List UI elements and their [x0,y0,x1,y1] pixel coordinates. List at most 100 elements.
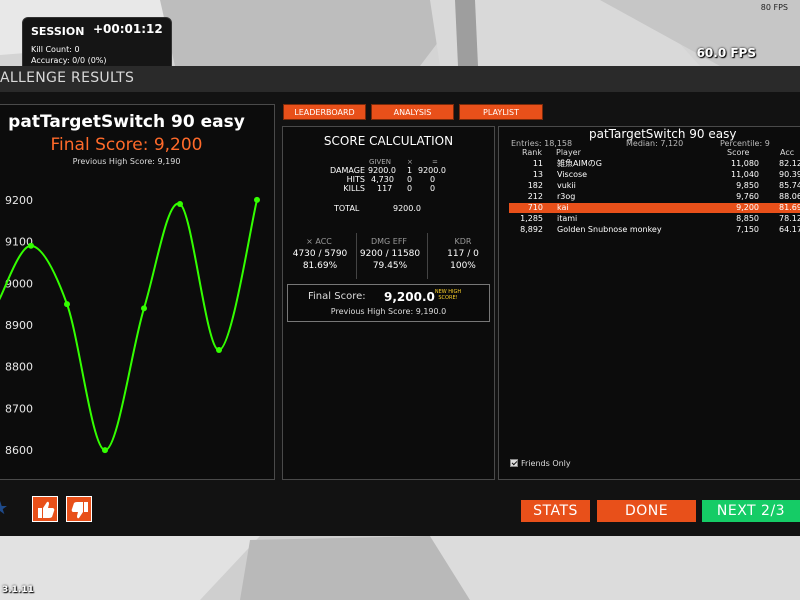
kills-label: KILLS [343,184,365,193]
row-score: 11,080 [731,159,759,168]
new-high-score-badge: NEW HIGH SCORE! [434,289,462,301]
calc-title: SCORE CALCULATION [323,134,454,148]
y-tick-label: 8800 [5,361,33,374]
thumbs-down-button[interactable] [66,496,92,522]
hits-mult: 0 [407,175,413,184]
friends-only-toggle[interactable]: Friends Only [510,459,571,468]
session-title: SESSION [31,25,85,38]
hits-given: 4,730 [371,175,394,184]
row-score: 9,200 [736,203,759,212]
window-title: ALLENGE RESULTS [0,70,135,86]
damage-mult: 1 [407,166,413,175]
row-acc: 90.39 [779,170,800,179]
kdr-value: 117 / 0 [447,249,479,259]
challenge-results-panel: ALLENGE RESULTS patTargetSwitch 90 easy … [0,66,800,536]
row-score: 9,760 [736,192,759,201]
previous-high-score: Previous High Score: 9,190 [72,157,181,166]
acc-pct: 81.69% [302,261,338,271]
data-point [102,447,108,454]
leaderboard-panel: patTargetSwitch 90 easy Entries: 18,158 … [498,126,800,480]
tab-leaderboard[interactable]: LEADERBOARD [283,104,366,120]
multiplier-header: × [407,158,413,166]
y-tick-label: 9200 [5,194,33,207]
kills-result: 0 [430,184,436,193]
final-score: Final Score: 9,200 [50,135,203,155]
kills-given: 117 [377,184,393,193]
row-rank: 8,892 [520,225,543,234]
tab-playlist[interactable]: PLAYLIST [459,104,543,120]
series-line [0,199,258,452]
leaderboard-row[interactable]: 212 r3og 9,760 88.06 [509,192,800,202]
leaderboard-row-current-player[interactable]: 710 kai 9,200 81.69 [509,203,800,213]
row-player: 雑魚AIMのG [557,159,602,168]
y-tick-label: 8900 [5,319,33,332]
accuracy: Accuracy: 0/0 (0%) [31,56,107,65]
scenario-name: patTargetSwitch 90 easy [8,112,245,132]
score-calculation-panel: SCORE CALCULATION GIVEN × = DAMAGE 9200.… [282,126,495,480]
row-player: Viscose [557,170,588,179]
damage-label: DAMAGE [330,166,365,175]
row-acc: 64.17 [779,225,800,234]
fps-counter: 60.0 FPS [696,46,756,60]
leaderboard-row[interactable]: 8,892 Golden Snubnose monkey 7,150 64.17 [509,225,800,235]
friends-only-label: Friends Only [521,459,571,468]
checkbox-checked-icon[interactable] [510,459,518,467]
row-acc: 82.12 [779,159,800,168]
row-player: Golden Snubnose monkey [557,225,662,234]
thumbs-up-button[interactable] [32,496,58,522]
row-rank: 710 [527,203,543,212]
given-header: GIVEN [369,158,391,166]
leaderboard-row[interactable]: 11 雑魚AIMのG 11,080 82.12 [509,159,800,169]
data-point [28,242,34,249]
next-button[interactable]: NEXT 2/3 [702,500,800,522]
final-score-label: Final Score: [308,291,366,302]
thumbs-down-icon [71,502,88,519]
dmg-eff-pct: 79.45% [372,261,408,271]
median-score: Median: 7,120 [626,139,684,148]
row-rank: 1,285 [520,214,543,223]
row-player: r3og [557,192,576,201]
total-value: 9200.0 [393,204,421,213]
row-score: 8,850 [736,214,759,223]
hits-result: 0 [430,175,436,184]
percentile: Percentile: 9 [720,139,770,148]
previous-high-score: Previous High Score: 9,190.0 [330,307,447,316]
row-score: 11,040 [731,170,759,179]
kill-count: Kill Count: 0 [31,45,80,54]
thumbs-up-icon [38,501,55,518]
leaderboard-row[interactable]: 1,285 itami 8,850 78.12 [509,214,800,224]
y-tick-label: 8700 [5,402,33,415]
damage-given: 9200.0 [368,166,396,175]
row-score: 7,150 [736,225,759,234]
score-summary-panel: patTargetSwitch 90 easy Final Score: 9,2… [0,104,275,480]
rank-header: Rank [522,148,542,157]
done-button[interactable]: DONE [597,500,696,522]
row-player: itami [557,214,578,223]
row-acc: 85.74 [779,181,800,190]
score-history-chart: 8600870088008900900091009200 [0,194,260,457]
leaderboard-row[interactable]: 182 vukii 9,850 85.74 [509,181,800,191]
stats-button[interactable]: STATS [521,500,590,522]
row-acc: 88.06 [779,192,800,201]
title-bar: ALLENGE RESULTS [0,66,800,92]
row-rank: 182 [527,181,543,190]
acc-header: × ACC [306,237,332,246]
acc-header: Acc [780,148,795,157]
star-icon[interactable]: ★ [0,498,8,519]
score-header: Score [727,148,750,157]
acc-value: 4730 / 5790 [292,249,348,259]
row-player: vukii [557,181,576,190]
data-point [141,305,147,312]
data-point [177,201,183,208]
session-panel: SESSION +00:01:12 Kill Count: 0 Accuracy… [22,17,172,72]
tab-analysis[interactable]: ANALYSIS [371,104,454,120]
leaderboard-row[interactable]: 13 Viscose 11,040 90.39 [509,170,800,180]
version-label: 3.1.11 [2,585,34,595]
kills-mult: 0 [407,184,413,193]
player-header: Player [556,148,581,157]
row-acc: 78.12 [779,214,800,223]
row-rank: 11 [532,159,543,168]
dmg-eff-header: DMG EFF [370,237,408,246]
kdr-header: KDR [454,237,472,246]
session-timer: +00:01:12 [93,22,163,36]
